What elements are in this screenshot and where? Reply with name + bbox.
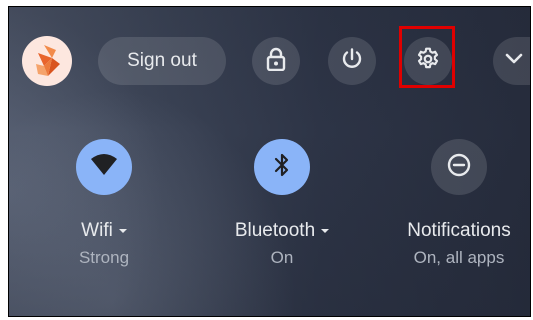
notifications-toggle[interactable] bbox=[431, 139, 487, 195]
bluetooth-menu-caret-icon bbox=[321, 228, 330, 233]
wifi-label-row[interactable]: Wifi bbox=[34, 220, 174, 242]
chevron-down-icon bbox=[504, 52, 530, 71]
power-button[interactable] bbox=[328, 37, 376, 85]
notifications-label[interactable]: Notifications bbox=[389, 220, 529, 242]
tile-notifications: Notifications On, all apps bbox=[389, 139, 529, 268]
bluetooth-status: On bbox=[270, 248, 294, 267]
bluetooth-icon bbox=[273, 152, 291, 183]
sign-out-button[interactable]: Sign out bbox=[98, 37, 226, 85]
wifi-menu-caret-icon bbox=[118, 228, 127, 233]
power-icon bbox=[340, 47, 364, 76]
lock-button[interactable] bbox=[252, 37, 300, 85]
bluetooth-label-row[interactable]: Bluetooth bbox=[212, 220, 352, 242]
wifi-icon bbox=[90, 153, 118, 181]
settings-highlight-box bbox=[399, 26, 455, 88]
wifi-toggle[interactable] bbox=[76, 139, 132, 195]
lock-icon bbox=[265, 47, 287, 76]
notifications-status: On, all apps bbox=[413, 248, 505, 267]
bluetooth-label: Bluetooth bbox=[234, 220, 316, 241]
wifi-label: Wifi bbox=[81, 220, 113, 241]
do-not-disturb-icon bbox=[446, 152, 472, 183]
tile-wifi: Wifi Strong bbox=[34, 139, 174, 268]
sign-out-label: Sign out bbox=[127, 50, 197, 71]
tile-bluetooth: Bluetooth On bbox=[212, 139, 352, 268]
quick-settings-panel: Sign out Wifi Strong Bluetooth On Notifi… bbox=[8, 6, 531, 317]
fox-avatar-icon[interactable] bbox=[22, 36, 72, 86]
bluetooth-toggle[interactable] bbox=[254, 139, 310, 195]
wifi-status: Strong bbox=[78, 248, 130, 267]
